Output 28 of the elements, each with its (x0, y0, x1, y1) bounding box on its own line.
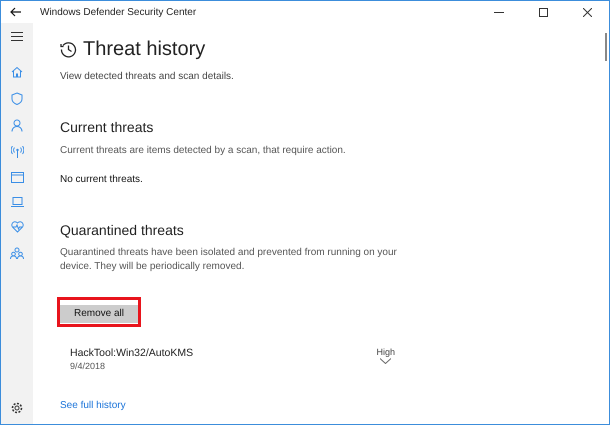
person-icon[interactable] (11, 119, 23, 132)
laptop-icon[interactable] (10, 197, 24, 207)
section-description: Quarantined threats have been isolated and prevented from running on your device. They will be periodically removed. (60, 246, 398, 274)
section-heading: Current threats (60, 118, 154, 137)
antenna-icon[interactable] (10, 146, 24, 158)
section-heading: Quarantined threats (60, 221, 184, 240)
threat-name: HackTool:Win32/AutoKMS (70, 347, 194, 360)
maximize-icon (538, 8, 548, 16)
close-icon (582, 8, 592, 16)
browser-window-icon[interactable] (10, 172, 24, 183)
scrollbar (605, 33, 607, 61)
shield-icon[interactable] (11, 92, 23, 105)
history-clock-icon (60, 40, 77, 58)
home-icon[interactable] (11, 66, 23, 78)
status-text: No current threats. (60, 173, 143, 187)
threat-date: 9/4/2018 (70, 360, 106, 372)
see-full-history-link[interactable]: See full history (60, 398, 126, 413)
page-title: Threat history (83, 37, 206, 61)
back-arrow-icon (10, 7, 22, 17)
heart-icon[interactable] (10, 221, 24, 233)
severity-dropdown[interactable]: High (376, 347, 395, 372)
window-title: Windows Defender Security Center (40, 6, 196, 20)
people-icon[interactable] (10, 247, 24, 259)
page-subtitle: View detected threats and scan details. (60, 70, 234, 84)
menu-icon[interactable] (11, 32, 23, 41)
settings-icon[interactable] (11, 402, 23, 414)
section-description: Current threats are items detected by a scan, that require action. (60, 144, 346, 158)
remove-all-button[interactable]: Remove all (60, 304, 138, 322)
